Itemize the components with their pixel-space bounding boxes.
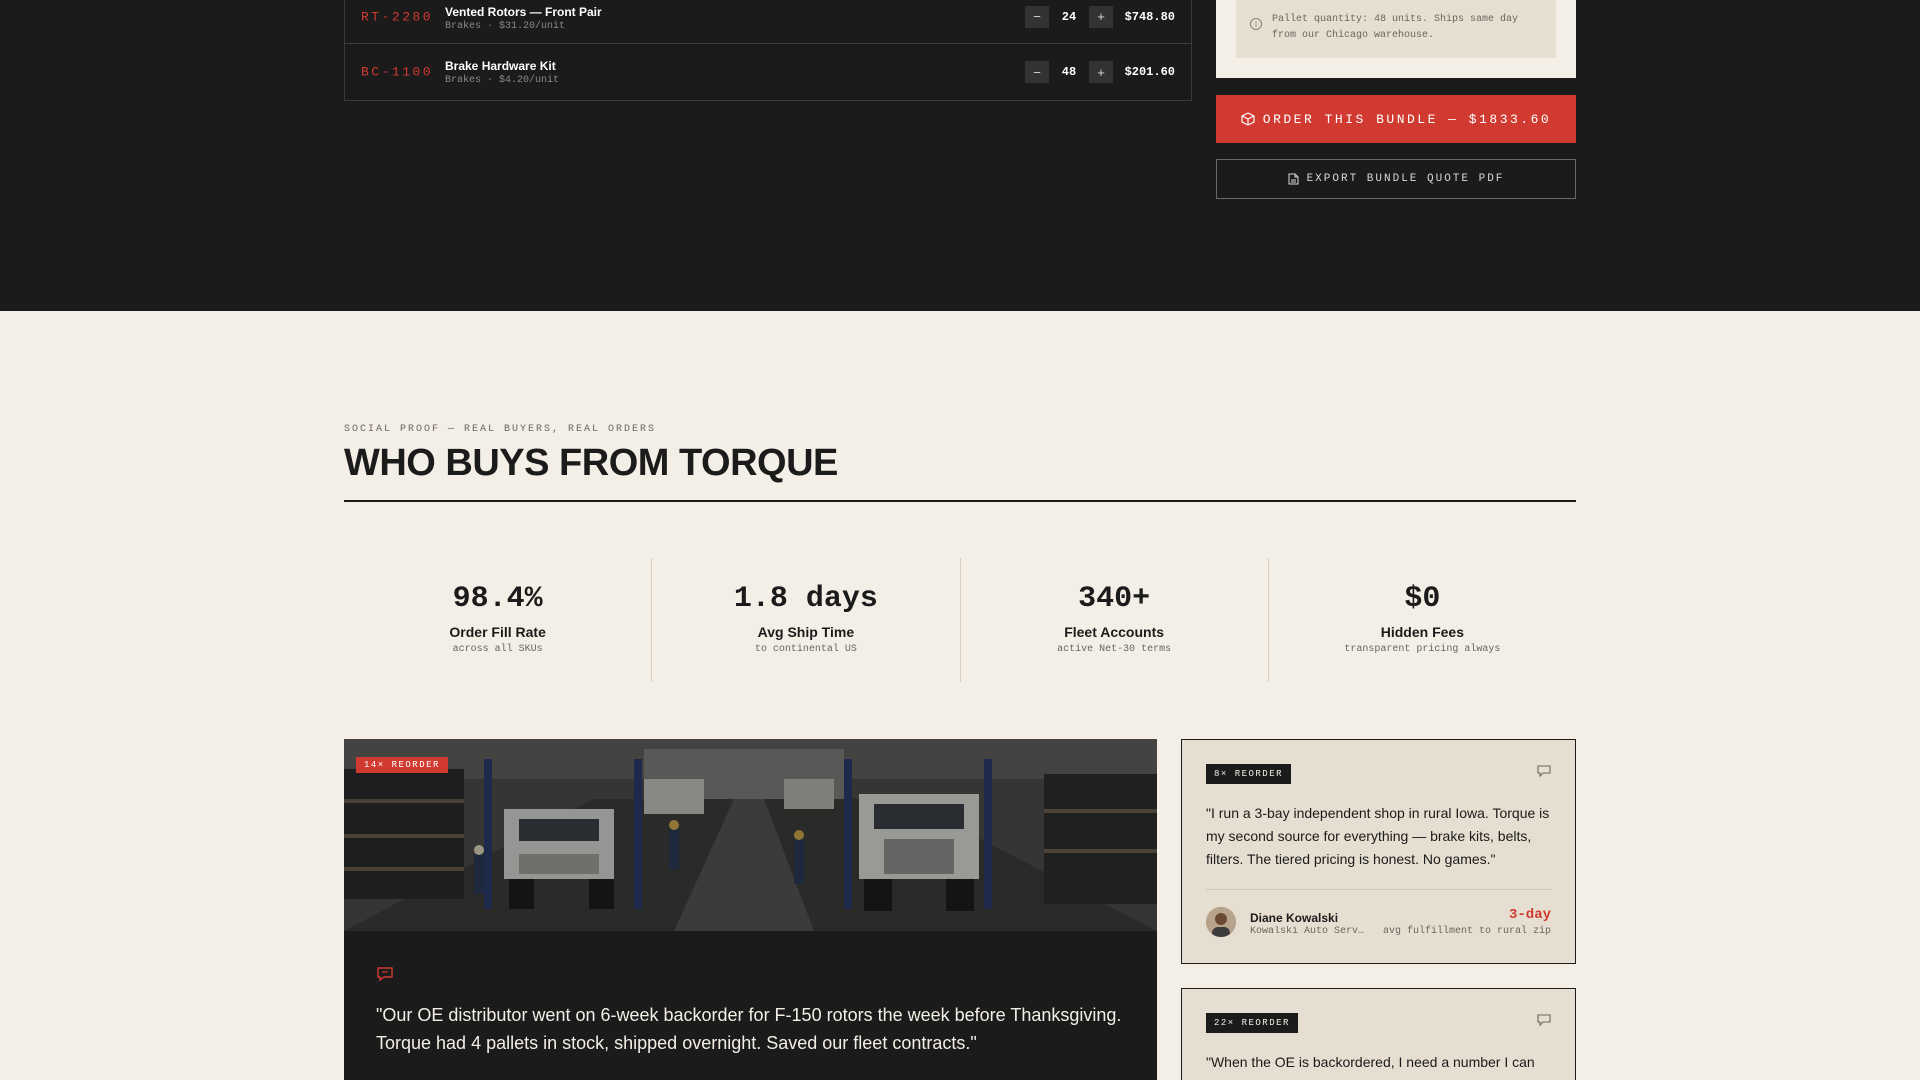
- box-icon: [1241, 112, 1255, 126]
- order-bundle-label: ORDER THIS BUNDLE — $1833.60: [1262, 111, 1552, 127]
- export-quote-button[interactable]: EXPORT BUNDLE QUOTE PDF: [1216, 159, 1576, 199]
- reorder-badge: 14× REORDER: [356, 757, 448, 773]
- item-category-price: Brakes · $31.20/unit: [445, 21, 566, 32]
- item-name: Vented Rotors — Front Pair: [445, 5, 602, 19]
- stats-row: 98.4% Order Fill Rate across all SKUs 1.…: [344, 558, 1576, 682]
- chat-quote-icon: [377, 967, 393, 982]
- stat-card: $0 Hidden Fees transparent pricing alway…: [1269, 558, 1576, 682]
- item-name: Brake Hardware Kit: [445, 59, 556, 73]
- decrease-quantity-button[interactable]: −: [1025, 5, 1049, 28]
- bundle-item-row: BC-1100 Brake Hardware Kit Brakes · $4.2…: [345, 45, 1191, 99]
- pallet-note-text: Pallet quantity: 48 units. Ships same da…: [1272, 14, 1519, 41]
- section-eyebrow: SOCIAL PROOF — REAL BUYERS, REAL ORDERS: [344, 424, 657, 435]
- chat-quote-icon: [1537, 1014, 1551, 1027]
- testimonial-metric: 3-day: [1508, 907, 1551, 923]
- stat-label: Order Fill Rate: [449, 624, 546, 640]
- stat-card: 98.4% Order Fill Rate across all SKUs: [344, 558, 653, 682]
- testimonial-quote: "I run a 3-bay independent shop in rural…: [1206, 805, 1550, 867]
- quantity-value[interactable]: 48: [1049, 65, 1089, 79]
- stat-value: $0: [1404, 582, 1441, 616]
- stat-value: 98.4%: [452, 582, 543, 616]
- item-sku: BC-1100: [361, 64, 434, 80]
- stat-label: Avg Ship Time: [757, 624, 855, 640]
- stat-sublabel: active Net-30 terms: [1057, 644, 1172, 655]
- stat-value: 1.8 days: [733, 582, 878, 616]
- stat-card: 340+ Fleet Accounts active Net-30 terms: [961, 558, 1269, 682]
- pallet-note: i Pallet quantity: 48 units. Ships same …: [1236, 0, 1556, 58]
- order-summary-card: i Pallet quantity: 48 units. Ships same …: [1216, 0, 1576, 78]
- stat-label: Hidden Fees: [1380, 624, 1464, 640]
- section-title: WHO BUYS FROM TORQUE: [344, 442, 838, 484]
- stat-card: 1.8 days Avg Ship Time to continental US: [652, 558, 961, 682]
- chat-quote-icon: [1537, 765, 1551, 778]
- increase-quantity-button[interactable]: +: [1089, 5, 1113, 28]
- featured-testimonial: 14× REORDER "Our OE distributor went on …: [344, 739, 1157, 1080]
- line-total: $748.80: [1124, 9, 1175, 24]
- order-bundle-button[interactable]: ORDER THIS BUNDLE — $1833.60: [1216, 95, 1576, 143]
- info-icon: i: [1250, 18, 1262, 30]
- reorder-badge: 22× REORDER: [1206, 1013, 1298, 1033]
- item-sku: RT-2280: [361, 9, 434, 24]
- stat-sublabel: to continental US: [754, 644, 857, 655]
- decrease-quantity-button[interactable]: −: [1025, 61, 1049, 83]
- stat-value: 340+: [1078, 582, 1151, 616]
- line-total: $201.60: [1124, 65, 1175, 79]
- avatar: [1206, 907, 1236, 937]
- bundle-item-row: RT-2280 Vented Rotors — Front Pair Brake…: [345, 0, 1191, 44]
- export-quote-label: EXPORT BUNDLE QUOTE PDF: [1306, 173, 1505, 185]
- stat-sublabel: transparent pricing always: [1344, 644, 1501, 655]
- testimonial-card: 22× REORDER "When the OE is backordered,…: [1181, 988, 1576, 1080]
- testimonial-divider: [1206, 889, 1552, 890]
- title-divider: [344, 500, 1576, 502]
- testimonial-metric-label: avg fulfillment to rural zip: [1382, 926, 1551, 937]
- bundle-section: RT-2280 Vented Rotors — Front Pair Brake…: [0, 0, 1920, 311]
- testimonial-quote: "When the OE is backordered, I need a nu…: [1206, 1054, 1535, 1070]
- reorder-badge: 8× REORDER: [1206, 764, 1292, 784]
- bundle-items-list: RT-2280 Vented Rotors — Front Pair Brake…: [344, 0, 1192, 101]
- featured-quote: "Our OE distributor went on 6-week backo…: [376, 1005, 1122, 1053]
- testimonial-card: 8× REORDER "I run a 3-bay independent sh…: [1181, 739, 1576, 964]
- quantity-value[interactable]: 24: [1049, 10, 1089, 24]
- document-icon: [1288, 173, 1299, 185]
- workshop-photo: 14× REORDER: [344, 739, 1157, 931]
- author-company: Kowalski Auto Service: [1250, 926, 1366, 937]
- item-category-price: Brakes · $4.20/unit: [445, 75, 560, 86]
- stat-label: Fleet Accounts: [1064, 624, 1165, 640]
- fleet-garage-image: [344, 739, 1157, 931]
- stat-sublabel: across all SKUs: [452, 644, 543, 655]
- increase-quantity-button[interactable]: +: [1089, 61, 1113, 83]
- author-name: Diane Kowalski: [1250, 911, 1339, 925]
